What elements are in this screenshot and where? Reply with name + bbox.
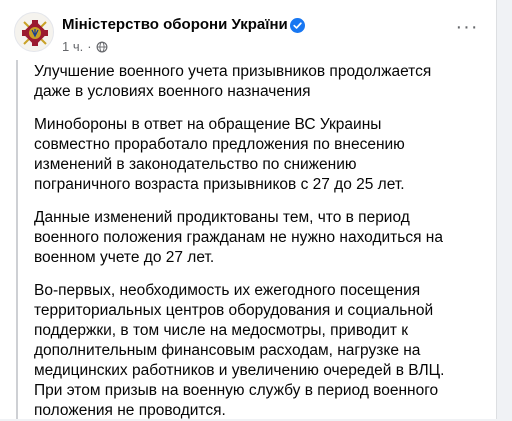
verified-badge-icon bbox=[290, 18, 305, 33]
ministry-emblem-icon bbox=[22, 20, 48, 46]
post-card: Міністерство оборони України 1 ч. · ··· У… bbox=[0, 0, 497, 419]
post-header: Міністерство оборони України 1 ч. · ··· bbox=[14, 12, 484, 60]
post-paragraph: Минобороны в ответ на обращение ВС Украи… bbox=[34, 116, 405, 193]
globe-icon[interactable] bbox=[96, 41, 108, 53]
more-options-icon[interactable]: ··· bbox=[452, 17, 482, 44]
post-paragraph-headline: Улучшение военного учета призывников про… bbox=[34, 63, 432, 100]
meta-separator: · bbox=[87, 39, 92, 54]
post-meta: 1 ч. · bbox=[62, 39, 108, 54]
post-paragraph: Во-первых, необходимость их ежегодного п… bbox=[34, 282, 445, 419]
post-paragraph: Данные изменений продиктованы тем, что в… bbox=[34, 209, 443, 266]
post-timestamp[interactable]: 1 ч. bbox=[62, 39, 83, 54]
page-name-link[interactable]: Міністерство оборони України bbox=[62, 16, 288, 33]
page-avatar[interactable] bbox=[14, 12, 54, 52]
post-text: Улучшение военного учета призывников про… bbox=[16, 60, 480, 419]
